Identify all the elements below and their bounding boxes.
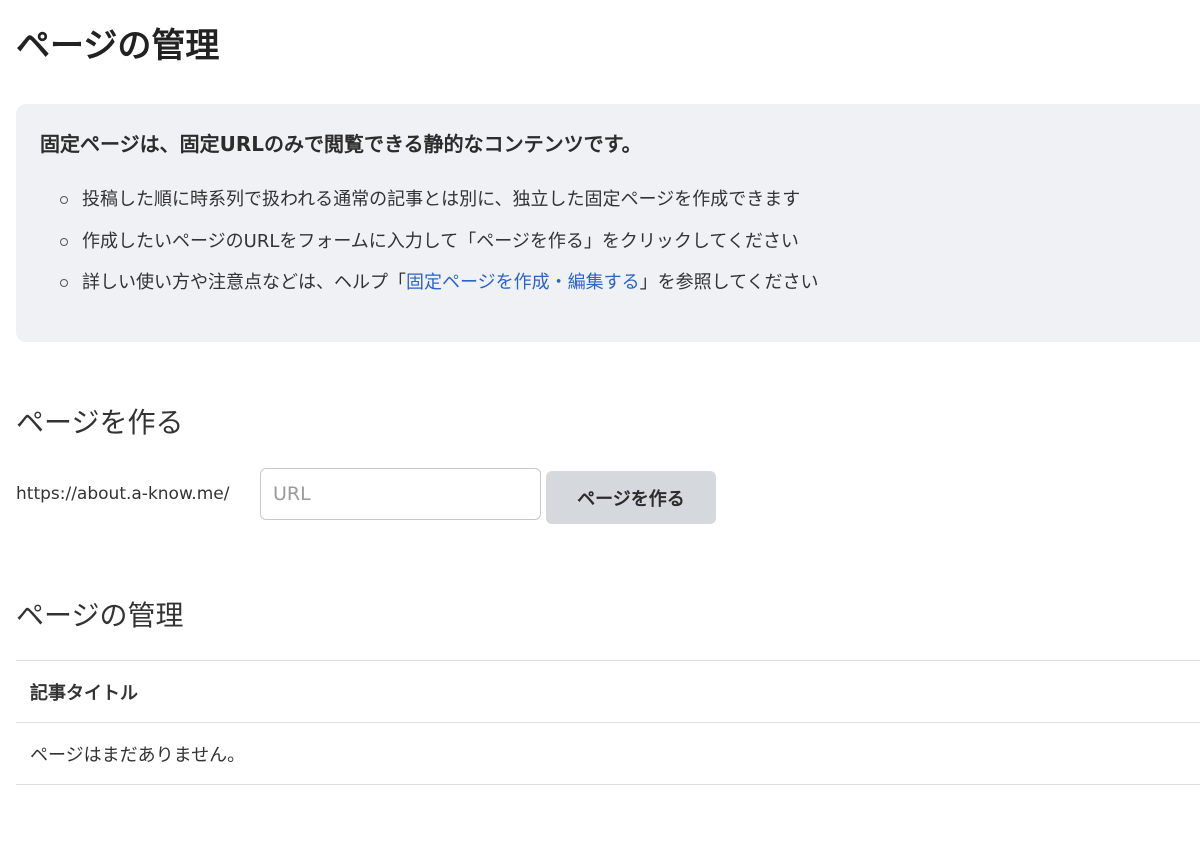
table-header-row: 記事タイトル xyxy=(16,660,1200,723)
info-item: 投稿した順に時系列で扱われる通常の記事とは別に、独立した固定ページを作成できます xyxy=(58,186,819,214)
pages-table: 記事タイトル ページはまだありません。 xyxy=(16,660,1200,785)
create-page-button[interactable]: ページを作る xyxy=(546,471,716,524)
circle-bullet-icon xyxy=(60,279,68,287)
create-page-heading: ページを作る xyxy=(16,406,184,439)
info-lead: 固定ページは、固定URLのみで閲覧できる静的なコンテンツです。 xyxy=(40,132,642,156)
empty-message: ページはまだありません。 xyxy=(16,722,1200,785)
info-item-text: 作成したいページのURLをフォームに入力して「ページを作る」をクリックしてくださ… xyxy=(82,230,799,252)
table-row: ページはまだありません。 xyxy=(16,722,1200,785)
help-text-before: 詳しい使い方や注意点などは、ヘルプ「 xyxy=(82,272,406,293)
help-text-after: 」を参照してください xyxy=(639,272,819,293)
info-list: 投稿した順に時系列で扱われる通常の記事とは別に、独立した固定ページを作成できます… xyxy=(58,186,819,311)
circle-bullet-icon xyxy=(60,196,68,204)
help-link[interactable]: 固定ページを作成・編集する xyxy=(406,272,640,293)
info-item-help: 詳しい使い方や注意点などは、ヘルプ「固定ページを作成・編集する」を参照してくださ… xyxy=(58,269,819,297)
url-prefix: https://about.a-know.me/ xyxy=(16,484,230,504)
info-item: 作成したいページのURLをフォームに入力して「ページを作る」をクリックしてくださ… xyxy=(58,228,819,256)
column-header-title: 記事タイトル xyxy=(16,660,1200,723)
info-box: 固定ページは、固定URLのみで閲覧できる静的なコンテンツです。 投稿した順に時系… xyxy=(16,104,1200,342)
circle-bullet-icon xyxy=(60,237,68,246)
info-item-text: 投稿した順に時系列で扱われる通常の記事とは別に、独立した固定ページを作成できます xyxy=(82,189,801,210)
manage-pages-heading: ページの管理 xyxy=(16,599,184,632)
page-title: ページの管理 xyxy=(16,26,220,66)
url-input[interactable] xyxy=(260,468,541,520)
